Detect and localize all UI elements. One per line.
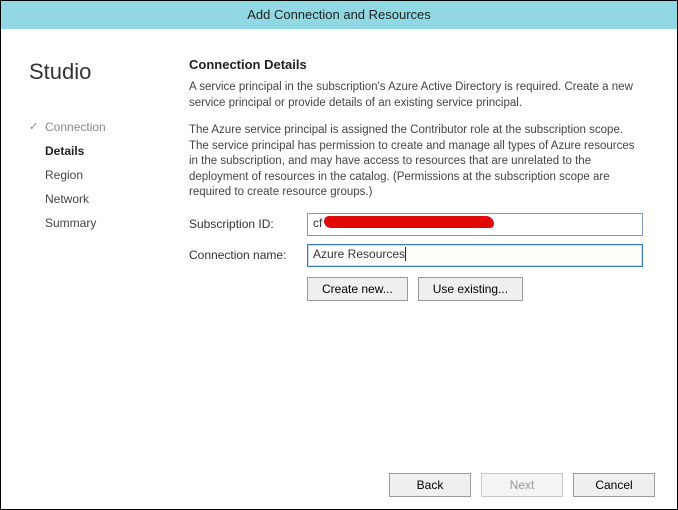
nav-step-region[interactable]: Region [29, 163, 171, 187]
back-button[interactable]: Back [389, 473, 471, 497]
window-title: Add Connection and Resources [1, 1, 677, 29]
subscription-id-input[interactable]: cf [307, 213, 643, 236]
cancel-button[interactable]: Cancel [573, 473, 655, 497]
nav-step-network[interactable]: Network [29, 187, 171, 211]
wizard-main: Connection Details A service principal i… [171, 29, 677, 461]
wizard-sidebar: Studio Connection Details Region Network… [1, 29, 171, 461]
subscription-id-value-prefix: cf [313, 216, 322, 230]
create-new-button[interactable]: Create new... [307, 277, 408, 301]
section-heading: Connection Details [189, 57, 643, 72]
intro-paragraph-2: The Azure service principal is assigned … [189, 123, 643, 201]
redacted-icon [324, 216, 494, 228]
app-brand: Studio [29, 59, 171, 85]
nav-step-connection[interactable]: Connection [29, 115, 171, 139]
nav-step-summary[interactable]: Summary [29, 211, 171, 235]
connection-name-value: Azure Resources [313, 247, 406, 261]
next-button: Next [481, 473, 563, 497]
subscription-id-label: Subscription ID: [189, 217, 307, 231]
intro-paragraph-1: A service principal in the subscription'… [189, 80, 643, 111]
connection-name-input[interactable]: Azure Resources [307, 244, 643, 267]
wizard-footer: Back Next Cancel [1, 461, 677, 509]
nav-step-details[interactable]: Details [29, 139, 171, 163]
connection-name-label: Connection name: [189, 248, 307, 262]
use-existing-button[interactable]: Use existing... [418, 277, 523, 301]
